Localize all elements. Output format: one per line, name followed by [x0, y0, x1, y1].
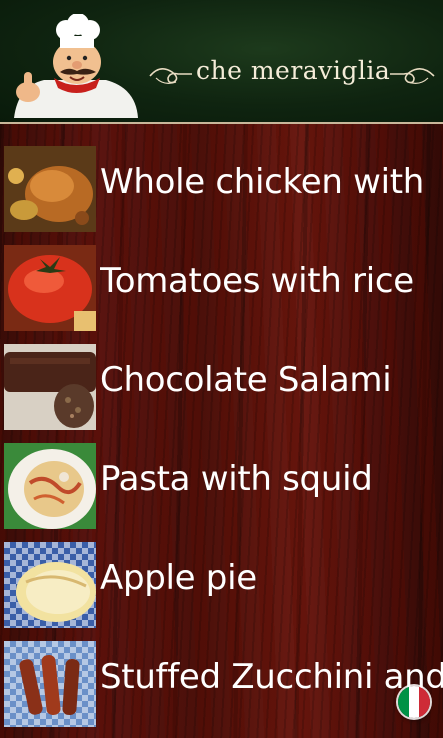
- recipe-title: Pasta with squid: [100, 459, 373, 499]
- apple-pie-thumbnail: [4, 542, 96, 628]
- recipe-item[interactable]: Whole chicken with: [0, 146, 443, 245]
- chocolate-salami-thumbnail: [4, 344, 96, 430]
- roast-chicken-thumbnail: [4, 146, 96, 232]
- recipe-item[interactable]: Chocolate Salami: [0, 344, 443, 443]
- stuffed-zucchini-thumbnail: [4, 641, 96, 727]
- recipe-title: Apple pie: [100, 558, 257, 598]
- recipe-title: Stuffed Zucchini and: [100, 657, 443, 697]
- recipe-title: Whole chicken with: [100, 162, 425, 202]
- recipe-item[interactable]: Pasta with squid: [0, 443, 443, 542]
- italy-flag-icon[interactable]: [398, 686, 430, 718]
- chef-mascot-icon: [14, 14, 138, 118]
- recipe-title: Tomatoes with rice: [100, 261, 414, 301]
- app-logo: che meraviglia: [146, 52, 438, 96]
- recipe-item[interactable]: Stuffed Zucchini and: [0, 641, 443, 738]
- recipe-title: Chocolate Salami: [100, 360, 392, 400]
- app-root: che meraviglia Whole chicken with Tomato…: [0, 0, 443, 738]
- app-header: che meraviglia: [0, 0, 443, 124]
- recipe-list: Whole chicken with Tomatoes with rice Ch…: [0, 146, 443, 738]
- recipe-item[interactable]: Tomatoes with rice: [0, 245, 443, 344]
- app-logo-text: che meraviglia: [196, 56, 391, 85]
- recipe-item[interactable]: Apple pie: [0, 542, 443, 641]
- stuffed-tomatoes-thumbnail: [4, 245, 96, 331]
- pasta-squid-thumbnail: [4, 443, 96, 529]
